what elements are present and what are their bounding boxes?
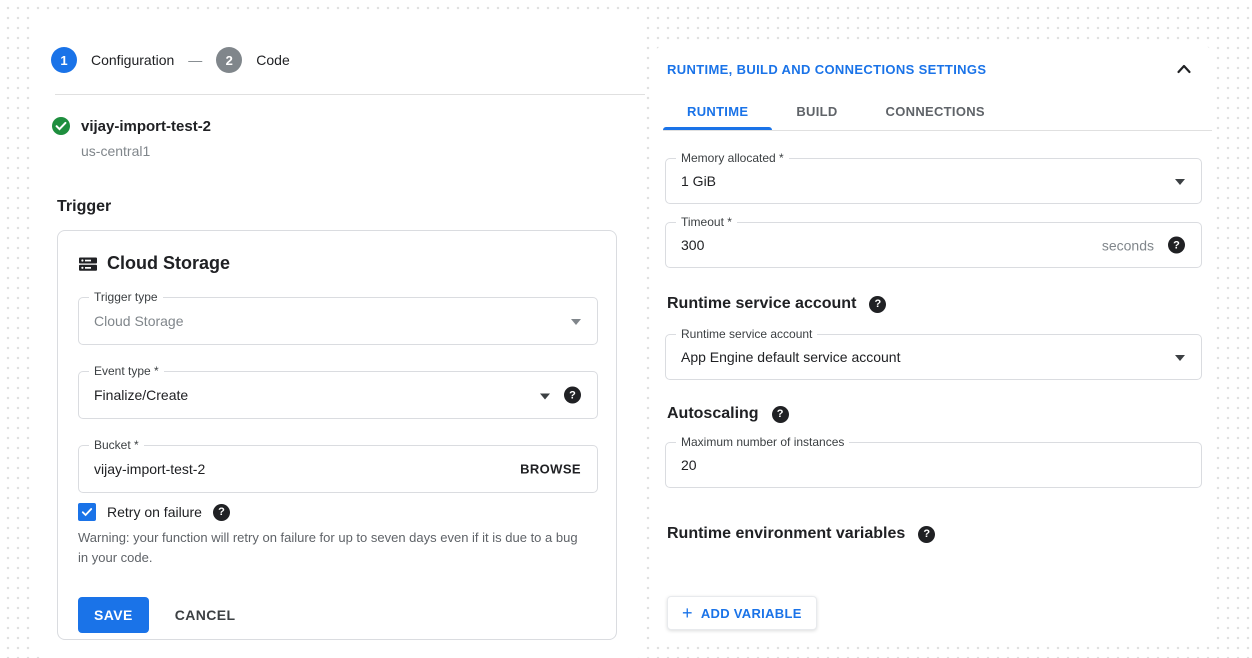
timeout-suffix: seconds — [1102, 237, 1154, 253]
retry-checkbox[interactable] — [78, 503, 96, 521]
checkbox-check-icon — [81, 506, 93, 518]
runtime-settings-panel: RUNTIME, BUILD AND CONNECTIONS SETTINGS … — [655, 46, 1212, 643]
chevron-down-icon — [1175, 355, 1185, 361]
retry-label[interactable]: Retry on failure — [107, 504, 202, 520]
settings-panel-header[interactable]: RUNTIME, BUILD AND CONNECTIONS SETTINGS — [667, 62, 1166, 77]
step-2-label[interactable]: Code — [256, 52, 289, 68]
service-account-help-icon[interactable]: ? — [869, 296, 886, 313]
runtime-service-account-label: Runtime service account — [676, 327, 817, 342]
service-account-heading-row: Runtime service account ? — [667, 295, 886, 313]
event-type-value: Finalize/Create — [94, 387, 188, 403]
retry-row: Retry on failure ? — [78, 503, 230, 521]
step-1-indicator[interactable]: 1 — [51, 47, 77, 73]
cloud-storage-icon — [78, 254, 98, 274]
trigger-card-title: Cloud Storage — [78, 253, 230, 274]
trigger-type-select[interactable]: Trigger type Cloud Storage — [78, 297, 598, 345]
cancel-button[interactable]: CANCEL — [175, 607, 236, 623]
settings-tabs: RUNTIME BUILD CONNECTIONS — [663, 92, 1009, 130]
event-type-select[interactable]: Event type * Finalize/Create ? — [78, 371, 598, 419]
trigger-card-actions: SAVE CANCEL — [78, 597, 235, 633]
timeout-value: 300 — [681, 237, 704, 253]
trigger-card-title-text: Cloud Storage — [107, 253, 230, 274]
memory-allocated-select[interactable]: Memory allocated * 1 GiB — [665, 158, 1202, 204]
event-type-help-icon[interactable]: ? — [564, 387, 581, 404]
tab-build[interactable]: BUILD — [772, 92, 861, 130]
env-vars-help-icon[interactable]: ? — [918, 526, 935, 543]
max-instances-input[interactable]: Maximum number of instances 20 — [665, 442, 1202, 488]
bucket-input[interactable]: Bucket * vijay-import-test-2 BROWSE — [78, 445, 598, 493]
add-variable-label: ADD VARIABLE — [701, 606, 802, 621]
timeout-help-icon[interactable]: ? — [1168, 237, 1185, 254]
step-1-label[interactable]: Configuration — [91, 52, 174, 68]
tabs-divider — [663, 130, 1212, 131]
stepper-divider — [55, 94, 645, 95]
autoscaling-heading: Autoscaling — [667, 405, 759, 423]
env-vars-heading-row: Runtime environment variables ? — [667, 525, 935, 543]
step-separator: — — [188, 52, 202, 68]
env-vars-heading: Runtime environment variables — [667, 525, 905, 543]
configuration-panel: 1 Configuration — 2 Code vijay-import-te… — [35, 12, 645, 658]
plus-icon: + — [682, 604, 693, 622]
function-status-row: vijay-import-test-2 — [51, 116, 211, 136]
memory-allocated-label: Memory allocated * — [676, 151, 789, 166]
autoscaling-help-icon[interactable]: ? — [772, 406, 789, 423]
success-check-icon — [51, 116, 71, 136]
chevron-up-icon[interactable] — [1174, 59, 1194, 79]
tab-runtime[interactable]: RUNTIME — [663, 92, 772, 130]
runtime-service-account-value: App Engine default service account — [681, 349, 900, 365]
max-instances-label: Maximum number of instances — [676, 435, 849, 450]
save-button[interactable]: SAVE — [78, 597, 149, 633]
stepper: 1 Configuration — 2 Code — [51, 47, 304, 73]
retry-help-icon[interactable]: ? — [213, 504, 230, 521]
chevron-down-icon — [540, 393, 550, 399]
service-account-heading: Runtime service account — [667, 295, 856, 313]
chevron-down-icon — [571, 319, 581, 325]
timeout-input[interactable]: Timeout * 300 seconds ? — [665, 222, 1202, 268]
trigger-card: Cloud Storage Trigger type Cloud Storage… — [57, 230, 617, 640]
function-region: us-central1 — [81, 143, 150, 159]
trigger-type-label: Trigger type — [89, 290, 163, 305]
step-2-indicator[interactable]: 2 — [216, 47, 242, 73]
trigger-type-value: Cloud Storage — [94, 313, 184, 329]
add-variable-button[interactable]: + ADD VARIABLE — [667, 596, 817, 630]
max-instances-value: 20 — [681, 457, 697, 473]
memory-allocated-value: 1 GiB — [681, 173, 716, 189]
timeout-label: Timeout * — [676, 215, 737, 230]
retry-warning-text: Warning: your function will retry on fai… — [78, 528, 590, 568]
browse-button[interactable]: BROWSE — [520, 462, 581, 477]
chevron-down-icon — [1175, 179, 1185, 185]
autoscaling-heading-row: Autoscaling ? — [667, 405, 789, 423]
trigger-section-heading: Trigger — [57, 198, 111, 216]
event-type-label: Event type * — [89, 364, 164, 379]
bucket-value: vijay-import-test-2 — [94, 461, 205, 477]
tab-connections[interactable]: CONNECTIONS — [862, 92, 1009, 130]
bucket-label: Bucket * — [89, 438, 144, 453]
function-name: vijay-import-test-2 — [81, 118, 211, 135]
runtime-service-account-select[interactable]: Runtime service account App Engine defau… — [665, 334, 1202, 380]
